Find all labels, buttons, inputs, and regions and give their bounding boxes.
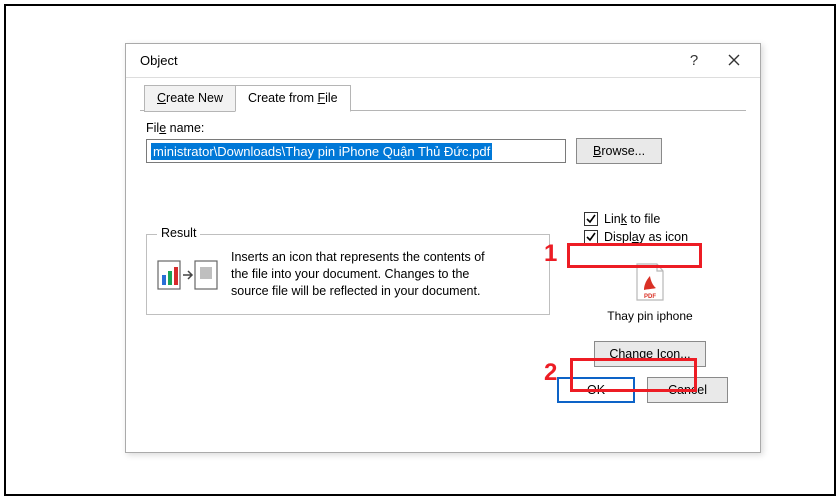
pdf-icon: PDF — [633, 262, 667, 305]
titlebar: Object ? — [126, 44, 760, 78]
checkbox-icon — [584, 230, 598, 244]
convert-icon — [157, 253, 219, 295]
tab-panel: File name: ministrator\Downloads\Thay pi… — [140, 111, 746, 367]
tab-bar: Create New Create from File — [144, 84, 746, 111]
svg-text:PDF: PDF — [644, 294, 656, 300]
checkbox-icon — [584, 212, 598, 226]
object-dialog: Object ? Create New Create from File Fil… — [125, 43, 761, 453]
dialog-body: Create New Create from File File name: m… — [126, 78, 760, 413]
pdf-preview: PDF Thay pin iphone — [607, 262, 692, 323]
dialog-buttons: OK Cancel — [140, 367, 746, 403]
close-button[interactable] — [714, 47, 754, 75]
tab-create-new[interactable]: Create New — [144, 85, 236, 112]
tab-create-from-file[interactable]: Create from File — [235, 85, 351, 112]
browse-button[interactable]: Browse... — [576, 138, 662, 164]
display-as-icon-checkbox[interactable]: Display as icon — [560, 230, 688, 244]
cancel-button[interactable]: Cancel — [647, 377, 728, 403]
link-to-file-checkbox[interactable]: Link to file — [560, 212, 660, 226]
pdf-caption: Thay pin iphone — [607, 309, 692, 323]
left-column: Result — [146, 212, 550, 367]
file-name-input[interactable]: ministrator\Downloads\Thay pin iPhone Qu… — [146, 139, 566, 163]
change-icon-button[interactable]: Change Icon... — [594, 341, 705, 367]
right-column: Link to file Display as icon — [560, 212, 740, 367]
ok-button[interactable]: OK — [557, 377, 635, 403]
file-name-value: ministrator\Downloads\Thay pin iPhone Qu… — [151, 143, 492, 160]
dialog-title: Object — [140, 53, 674, 68]
lower-area: Result — [146, 212, 740, 367]
result-text: Inserts an icon that represents the cont… — [231, 249, 501, 300]
result-group: Result — [146, 234, 550, 315]
result-inner: Inserts an icon that represents the cont… — [157, 249, 539, 300]
result-legend: Result — [157, 226, 200, 240]
file-row: ministrator\Downloads\Thay pin iPhone Qu… — [146, 138, 740, 164]
change-icon-wrap: Change Icon... — [594, 341, 705, 367]
file-name-label: File name: — [146, 121, 740, 135]
help-button[interactable]: ? — [674, 47, 714, 75]
close-icon — [728, 53, 740, 69]
